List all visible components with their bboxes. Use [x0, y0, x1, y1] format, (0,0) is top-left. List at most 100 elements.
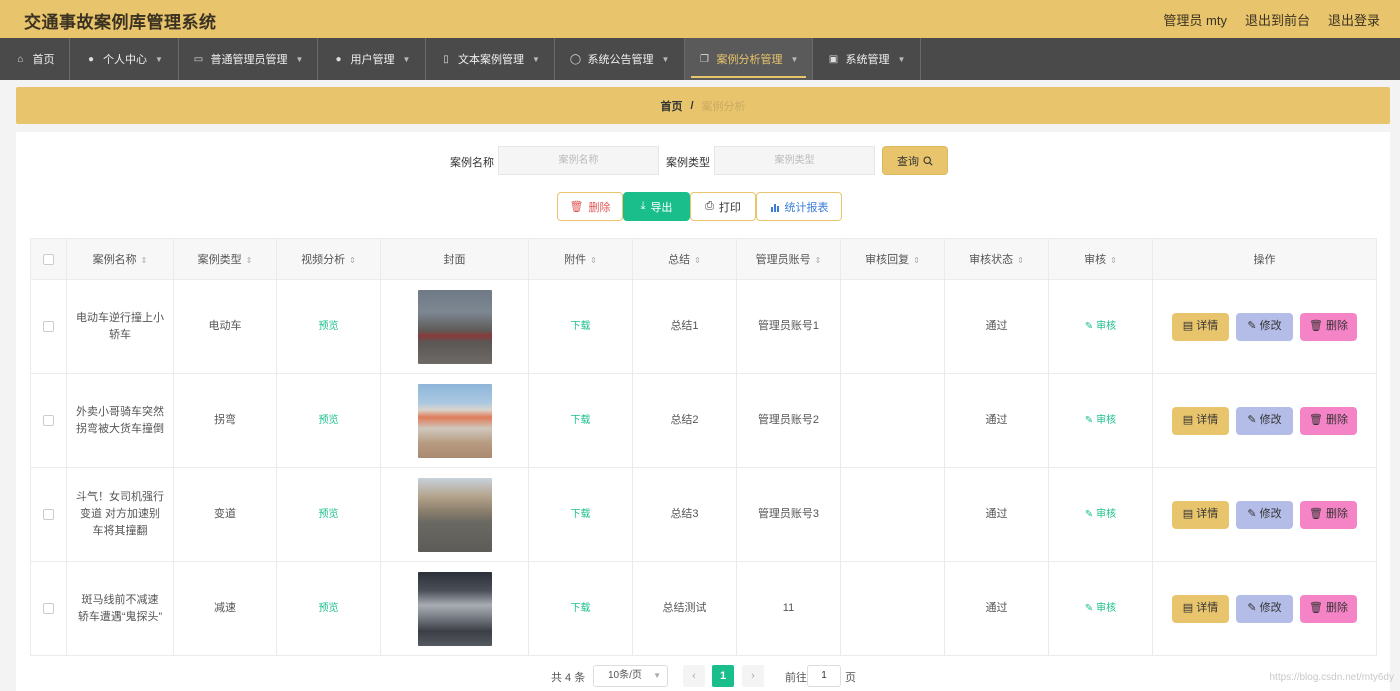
video-preview-link[interactable]: 预览 [319, 415, 339, 426]
case-name-input[interactable]: 案例名称 [498, 146, 659, 175]
chevron-down-icon: ▼ [295, 54, 304, 64]
video-preview-link[interactable]: 预览 [319, 509, 339, 520]
nav-announcement-management[interactable]: ◯ 系统公告管理 ▼ [555, 38, 685, 80]
trash-icon: 🗑 [569, 201, 584, 213]
case-type-cell: 变道 [173, 467, 277, 562]
delete-button[interactable]: 🗑 删除 [1300, 500, 1357, 529]
col-header-type[interactable]: 案例类型 ⇕ [173, 238, 277, 280]
delete-button[interactable]: 🗑 删除 [1300, 594, 1357, 623]
admin-account-cell: 管理员账号2 [736, 373, 841, 468]
breadcrumb-home[interactable]: 首页 [660, 98, 682, 114]
chevron-down-icon: ▼ [661, 54, 670, 64]
next-page-button[interactable]: › [742, 665, 764, 687]
attachment-download-link[interactable]: 下载 [571, 603, 591, 614]
nav-text-case-management[interactable]: ▯ 文本案例管理 ▼ [426, 38, 555, 80]
edit-button[interactable]: ✎ 修改 [1236, 594, 1293, 623]
user-icon: ● [335, 53, 342, 65]
row-checkbox[interactable] [43, 320, 54, 332]
video-preview-link[interactable]: 预览 [319, 321, 339, 332]
case-name-cell: 电动车逆行撞上小轿车 [66, 279, 174, 374]
attachment-download-link[interactable]: 下载 [571, 321, 591, 332]
nav-home[interactable]: ⌂ 首页 [0, 38, 70, 80]
case-name-cell: 外卖小哥骑车突然拐弯被大货车撞倒 [66, 373, 174, 468]
col-header-audit-status[interactable]: 审核状态 ⇕ [944, 238, 1049, 280]
page-number-1[interactable]: 1 [712, 665, 734, 687]
select-all-cell [30, 238, 67, 280]
case-type-cell: 电动车 [173, 279, 277, 374]
page-size-select[interactable]: 10条/页 ▼ [593, 665, 668, 687]
export-button[interactable]: ⤓ 导出 [623, 192, 690, 221]
audit-reply-cell [840, 373, 945, 468]
main-nav: ⌂ 首页 ● 个人中心 ▼ ▭ 普通管理员管理 ▼ ● 用户管理 ▼ ▯ 文本案… [0, 38, 1400, 80]
admin-account-cell: 管理员账号3 [736, 467, 841, 562]
cover-image[interactable] [417, 477, 492, 552]
statistics-report-button[interactable]: 统计报表 [756, 192, 842, 221]
audit-link[interactable]: ✎ 审核 [1085, 509, 1116, 520]
delete-button[interactable]: 🗑 删除 [1300, 406, 1357, 435]
edit-button[interactable]: ✎ 修改 [1236, 406, 1293, 435]
edit-icon: ✎ [1247, 602, 1257, 614]
audit-link[interactable]: ✎ 审核 [1085, 415, 1116, 426]
case-name-cell: 斑马线前不减速 轿车遭遇“鬼探头” [66, 561, 174, 656]
detail-button[interactable]: ▤ 详情 [1172, 594, 1229, 623]
edit-button[interactable]: ✎ 修改 [1236, 312, 1293, 341]
col-header-audit[interactable]: 审核 ⇕ [1048, 238, 1153, 280]
batch-delete-button[interactable]: 🗑 删除 [557, 192, 623, 221]
nav-user-management[interactable]: ● 用户管理 ▼ [318, 38, 426, 80]
col-header-summary[interactable]: 总结 ⇕ [632, 238, 737, 280]
col-header-name[interactable]: 案例名称 ⇕ [66, 238, 174, 280]
audit-status-cell: 通过 [944, 467, 1049, 562]
select-all-checkbox[interactable] [43, 253, 54, 265]
goto-page-input[interactable]: 1 [807, 665, 841, 687]
nav-case-analysis-management[interactable]: ❐ 案例分析管理 ▼ [685, 38, 813, 80]
nav-admin-management[interactable]: ▭ 普通管理员管理 ▼ [179, 38, 318, 80]
col-header-attachment[interactable]: 附件 ⇕ [528, 238, 633, 280]
sort-icon: ⇕ [814, 256, 822, 265]
trash-icon: 🗑 [1309, 602, 1323, 614]
attachment-download-link[interactable]: 下载 [571, 415, 591, 426]
audit-link[interactable]: ✎ 审核 [1085, 321, 1116, 332]
video-preview-link[interactable]: 预览 [319, 603, 339, 614]
delete-button[interactable]: 🗑 删除 [1300, 312, 1357, 341]
printer-icon: ⎙ [705, 200, 714, 212]
summary-cell: 总结2 [632, 373, 737, 468]
detail-button[interactable]: ▤ 详情 [1172, 406, 1229, 435]
app-title: 交通事故案例库管理系统 [24, 13, 217, 32]
row-checkbox[interactable] [43, 508, 54, 520]
query-button[interactable]: 查询 [882, 146, 948, 175]
cover-image[interactable] [417, 571, 492, 646]
attachment-download-link[interactable]: 下载 [571, 509, 591, 520]
row-actions: ▤ 详情 ✎ 修改 🗑 删除 [1161, 312, 1368, 341]
edit-icon: ✎ [1247, 508, 1257, 520]
chat-icon: ▭ [193, 53, 204, 65]
col-header-audit-reply[interactable]: 审核回复 ⇕ [840, 238, 945, 280]
row-checkbox[interactable] [43, 414, 54, 426]
edit-button[interactable]: ✎ 修改 [1236, 500, 1293, 529]
logout-link[interactable]: 退出登录 [1328, 10, 1380, 29]
sort-icon: ⇕ [245, 256, 253, 265]
nav-personal-center[interactable]: ● 个人中心 ▼ [70, 38, 179, 80]
cover-image[interactable] [417, 289, 492, 364]
user-icon: ● [88, 53, 95, 65]
case-type-input[interactable]: 案例类型 [714, 146, 875, 175]
search-form: 案例名称 案例名称 案例类型 案例类型 查询 [16, 146, 1390, 176]
check-icon: ▣ [828, 53, 839, 65]
prev-page-button[interactable]: ‹ [683, 665, 705, 687]
current-user: 管理员 mty [1163, 13, 1227, 28]
case-type-cell: 拐弯 [173, 373, 277, 468]
row-checkbox[interactable] [43, 602, 54, 614]
sort-icon: ⇕ [913, 256, 920, 265]
edit-icon: ✎ [1247, 414, 1257, 426]
col-header-video[interactable]: 视频分析 ⇕ [276, 238, 381, 280]
print-button[interactable]: ⎙ 打印 [690, 192, 756, 221]
nav-system-management[interactable]: ▣ 系统管理 ▼ [813, 38, 921, 80]
col-header-cover: 封面 [380, 238, 529, 280]
detail-button[interactable]: ▤ 详情 [1172, 312, 1229, 341]
exit-to-front-link[interactable]: 退出到前台 [1245, 10, 1310, 29]
audit-link[interactable]: ✎ 审核 [1085, 603, 1116, 614]
detail-button[interactable]: ▤ 详情 [1172, 500, 1229, 529]
trash-icon: 🗑 [1309, 414, 1323, 426]
col-header-admin-account[interactable]: 管理员账号 ⇕ [736, 238, 841, 280]
cover-image[interactable] [417, 383, 492, 458]
search-icon [923, 155, 933, 166]
